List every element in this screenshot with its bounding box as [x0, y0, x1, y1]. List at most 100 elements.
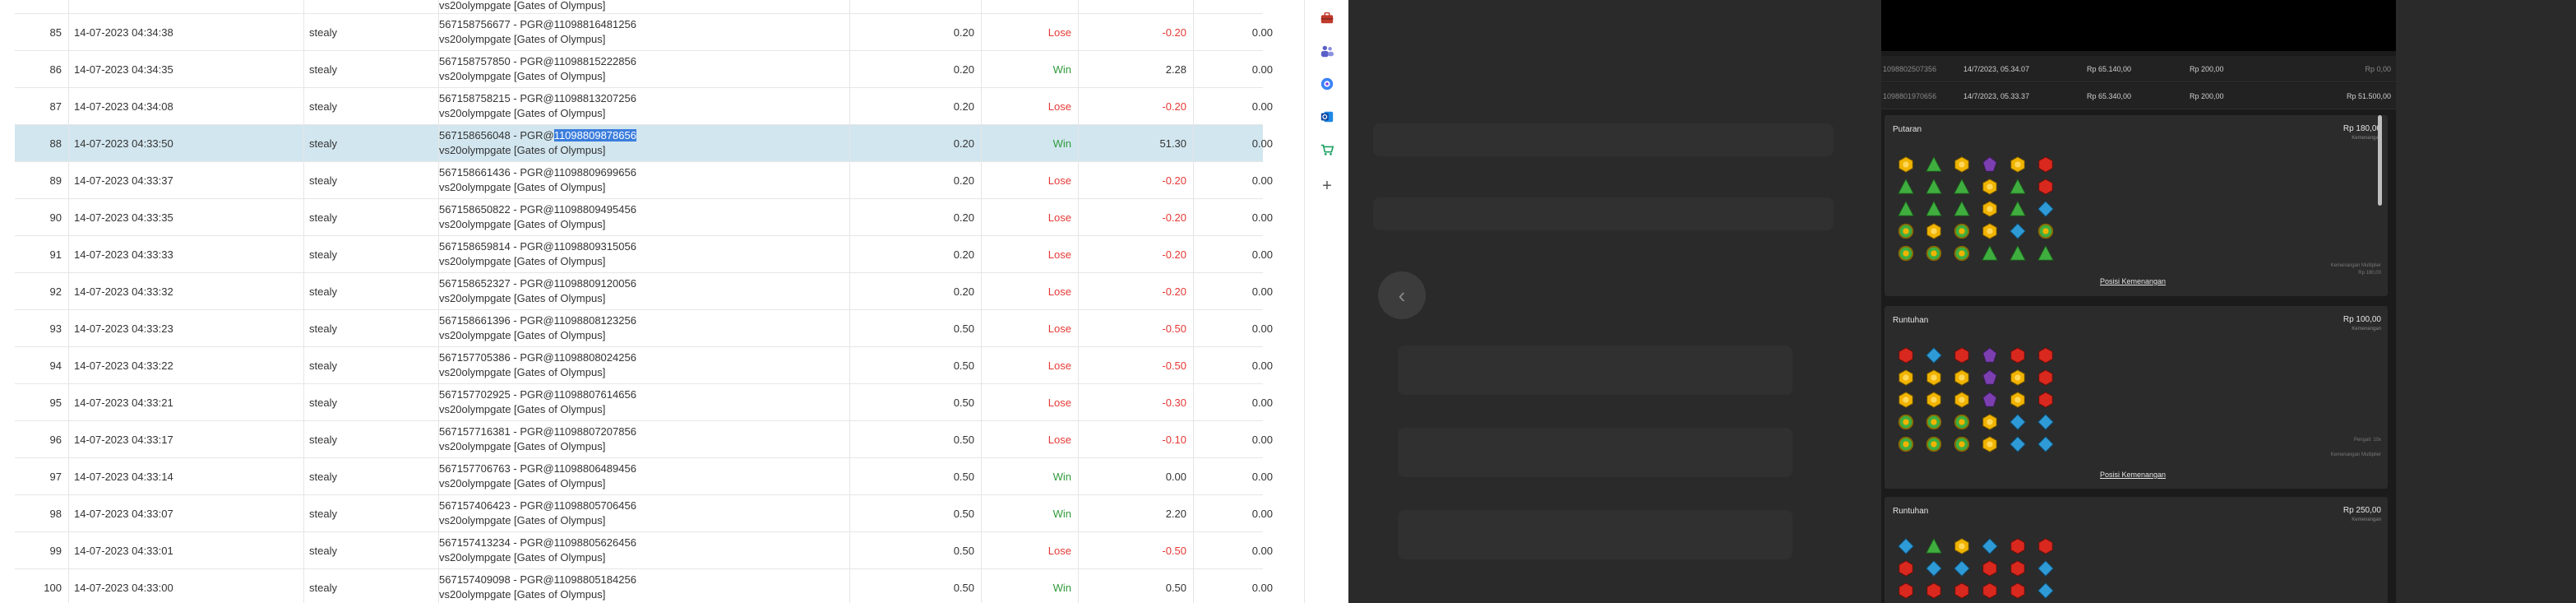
transaction-id[interactable]: 567158659814 - PGR@11098809315056 — [439, 239, 636, 254]
yellow-gem-icon — [1896, 390, 1916, 410]
history-row[interactable]: 1098801970656 14/7/2023, 05.33.37 Rp 65.… — [1881, 83, 2396, 109]
purple-gem-icon — [1980, 346, 2000, 365]
transaction-id[interactable]: 567157706763 - PGR@11098806489456 — [439, 462, 636, 476]
red-gem-icon — [1952, 581, 1972, 601]
green-triangle-icon — [1896, 199, 1916, 219]
username: stealy — [309, 100, 337, 113]
win-amount: -0.20 — [1162, 100, 1186, 113]
tumble-card: Runtuhan Rp 250,00 Kemenangan — [1885, 497, 2388, 603]
red-gem-icon — [1896, 559, 1916, 578]
win-amount: -0.30 — [1162, 396, 1186, 409]
row-number: 100 — [44, 581, 62, 594]
transaction-id[interactable]: 567158656048 - PGR@11098809878656 — [439, 128, 636, 143]
win-amount: 0.00 — [1165, 470, 1186, 483]
toolbox-icon[interactable] — [1319, 10, 1335, 26]
jackpot-amount: 0.00 — [1251, 63, 1273, 76]
transaction-id[interactable]: 567157409098 - PGR@11098805184256 — [439, 573, 636, 587]
ghost-row — [1398, 346, 1792, 395]
red-gem-icon — [2008, 536, 2028, 556]
table-row[interactable]: 94 14-07-2023 04:33:22 stealy 567157705386 … — [15, 347, 1273, 384]
game-name: vs20olympgate [Gates of Olympus] — [439, 440, 606, 452]
transaction-id[interactable]: 567158756677 - PGR@11098816481256 — [439, 17, 636, 32]
table-row-partial[interactable]: vs20olympgate [Gates of Olympus] — [15, 0, 1263, 14]
transaction-id[interactable]: 567157702925 - PGR@11098807614656 — [439, 387, 636, 402]
table-row[interactable]: 86 14-07-2023 04:34:35 stealy 567158757850 … — [15, 51, 1273, 88]
row-number: 95 — [49, 396, 62, 409]
username: stealy — [309, 174, 337, 187]
result-status: Win — [1052, 63, 1071, 76]
outlook-icon[interactable] — [1319, 109, 1335, 125]
previous-arrow-button[interactable]: ‹ — [1378, 271, 1426, 319]
game-name: vs20olympgate [Gates of Olympus] — [439, 218, 606, 230]
bet-history-table: vs20olympgate [Gates of Olympus] 85 14-07… — [15, 0, 1273, 603]
transaction-id[interactable]: 567157406423 - PGR@11098805706456 — [439, 499, 636, 513]
jackpot-amount: 0.00 — [1251, 507, 1273, 520]
result-status: Win — [1052, 470, 1071, 483]
table-row[interactable]: 98 14-07-2023 04:33:07 stealy 567157406423 … — [15, 495, 1273, 532]
ghost-row — [1398, 510, 1792, 559]
yellow-gem-icon — [1980, 412, 2000, 432]
row-number: 98 — [49, 507, 62, 520]
yellow-gem-icon — [1980, 199, 2000, 219]
win-amount: -0.20 — [1162, 174, 1186, 187]
yellow-gem-icon — [1980, 177, 2000, 197]
win-position-link[interactable]: Posisi Kemenangan — [2100, 471, 2166, 479]
transaction-id[interactable]: 567157705386 - PGR@11098808024256 — [439, 350, 636, 365]
bet-date: 14-07-2023 04:33:33 — [74, 248, 173, 261]
table-row[interactable]: 88 14-07-2023 04:33:50 stealy 567158656048 … — [15, 125, 1273, 162]
table-row[interactable]: 93 14-07-2023 04:33:23 stealy 567158661396 … — [15, 310, 1273, 347]
spin-card: Putaran Rp 180,00 Kemenangan Kemenangan … — [1885, 115, 2388, 296]
green-triangle-icon — [1896, 177, 1916, 197]
transaction-id[interactable]: 567158757850 - PGR@11098815222856 — [439, 54, 636, 69]
username: stealy — [309, 137, 337, 150]
transaction-id[interactable]: 567157716381 - PGR@11098807207856 — [439, 424, 636, 439]
yellow-gem-icon — [2008, 390, 2028, 410]
table-row[interactable]: 99 14-07-2023 04:33:01 stealy 567157413234 … — [15, 532, 1273, 569]
table-row[interactable]: 90 14-07-2023 04:33:35 stealy 567158650822 … — [15, 199, 1273, 236]
game-name: vs20olympgate [Gates of Olympus] — [439, 181, 606, 193]
game-name: vs20olympgate [Gates of Olympus] — [439, 403, 606, 415]
symbol-grid — [1896, 346, 2064, 457]
table-row[interactable]: 92 14-07-2023 04:33:32 stealy 567158652327 … — [15, 273, 1273, 310]
bet-amount: 0.50 — [953, 322, 974, 335]
transaction-id[interactable]: 567158661396 - PGR@11098808123256 — [439, 313, 636, 328]
bet-amount: 0.50 — [953, 396, 974, 409]
ring-icon — [1924, 434, 1944, 454]
table-row[interactable]: 89 14-07-2023 04:33:37 stealy 567158661436 … — [15, 162, 1273, 199]
table-row[interactable]: 96 14-07-2023 04:33:17 stealy 567157716381 … — [15, 421, 1273, 458]
username: stealy — [309, 322, 337, 335]
edge-circle-icon[interactable] — [1319, 76, 1335, 92]
transaction-id[interactable]: 567158652327 - PGR@11098809120056 — [439, 276, 636, 291]
table-row[interactable]: 95 14-07-2023 04:33:21 stealy 567157702925 … — [15, 384, 1273, 421]
transaction-id[interactable]: 567157413234 - PGR@11098805626456 — [439, 536, 636, 550]
table-row[interactable]: 87 14-07-2023 04:34:08 stealy 567158758215 … — [15, 88, 1273, 125]
win-amount: -0.20 — [1162, 26, 1186, 39]
bet-date: 14-07-2023 04:33:14 — [74, 470, 173, 483]
jackpot-amount: 0.00 — [1251, 359, 1273, 372]
transaction-id[interactable]: 567158650822 - PGR@11098809495456 — [439, 202, 636, 217]
add-icon[interactable]: + — [1319, 177, 1335, 195]
chevron-left-icon: ‹ — [1398, 282, 1406, 308]
table-row[interactable]: 97 14-07-2023 04:33:14 stealy 567157706763 … — [15, 458, 1273, 495]
history-row[interactable]: 1098802507356 14/7/2023, 05.34.07 Rp 65.… — [1881, 56, 2396, 82]
yellow-gem-icon — [1980, 434, 2000, 454]
bet-amount: 0.50 — [953, 359, 974, 372]
cart-icon[interactable] — [1319, 141, 1335, 158]
username: stealy — [309, 285, 337, 298]
result-status: Lose — [1048, 100, 1071, 113]
row-number: 94 — [49, 359, 62, 372]
mobile-scrollbar-thumb[interactable] — [2378, 115, 2382, 206]
jackpot-amount: 0.00 — [1251, 26, 1273, 39]
yellow-gem-icon — [1980, 221, 2000, 241]
table-row[interactable]: 100 14-07-2023 04:33:00 stealy 567157409098… — [15, 569, 1273, 603]
people-icon[interactable] — [1319, 43, 1335, 59]
table-row[interactable]: 85 14-07-2023 04:34:38 stealy 567158756677 … — [15, 14, 1273, 51]
table-row[interactable]: 91 14-07-2023 04:33:33 stealy 567158659814 … — [15, 236, 1273, 273]
transaction-id[interactable]: 567158758215 - PGR@11098813207256 — [439, 91, 636, 106]
game-name: vs20olympgate [Gates of Olympus] — [439, 255, 606, 267]
blue-diamond-icon — [2036, 559, 2056, 578]
game-name: vs20olympgate [Gates of Olympus] — [439, 329, 606, 341]
win-position-link[interactable]: Posisi Kemenangan — [2100, 277, 2166, 285]
win-amount: 2.20 — [1165, 507, 1186, 520]
transaction-id[interactable]: 567158661436 - PGR@11098809699656 — [439, 165, 636, 180]
